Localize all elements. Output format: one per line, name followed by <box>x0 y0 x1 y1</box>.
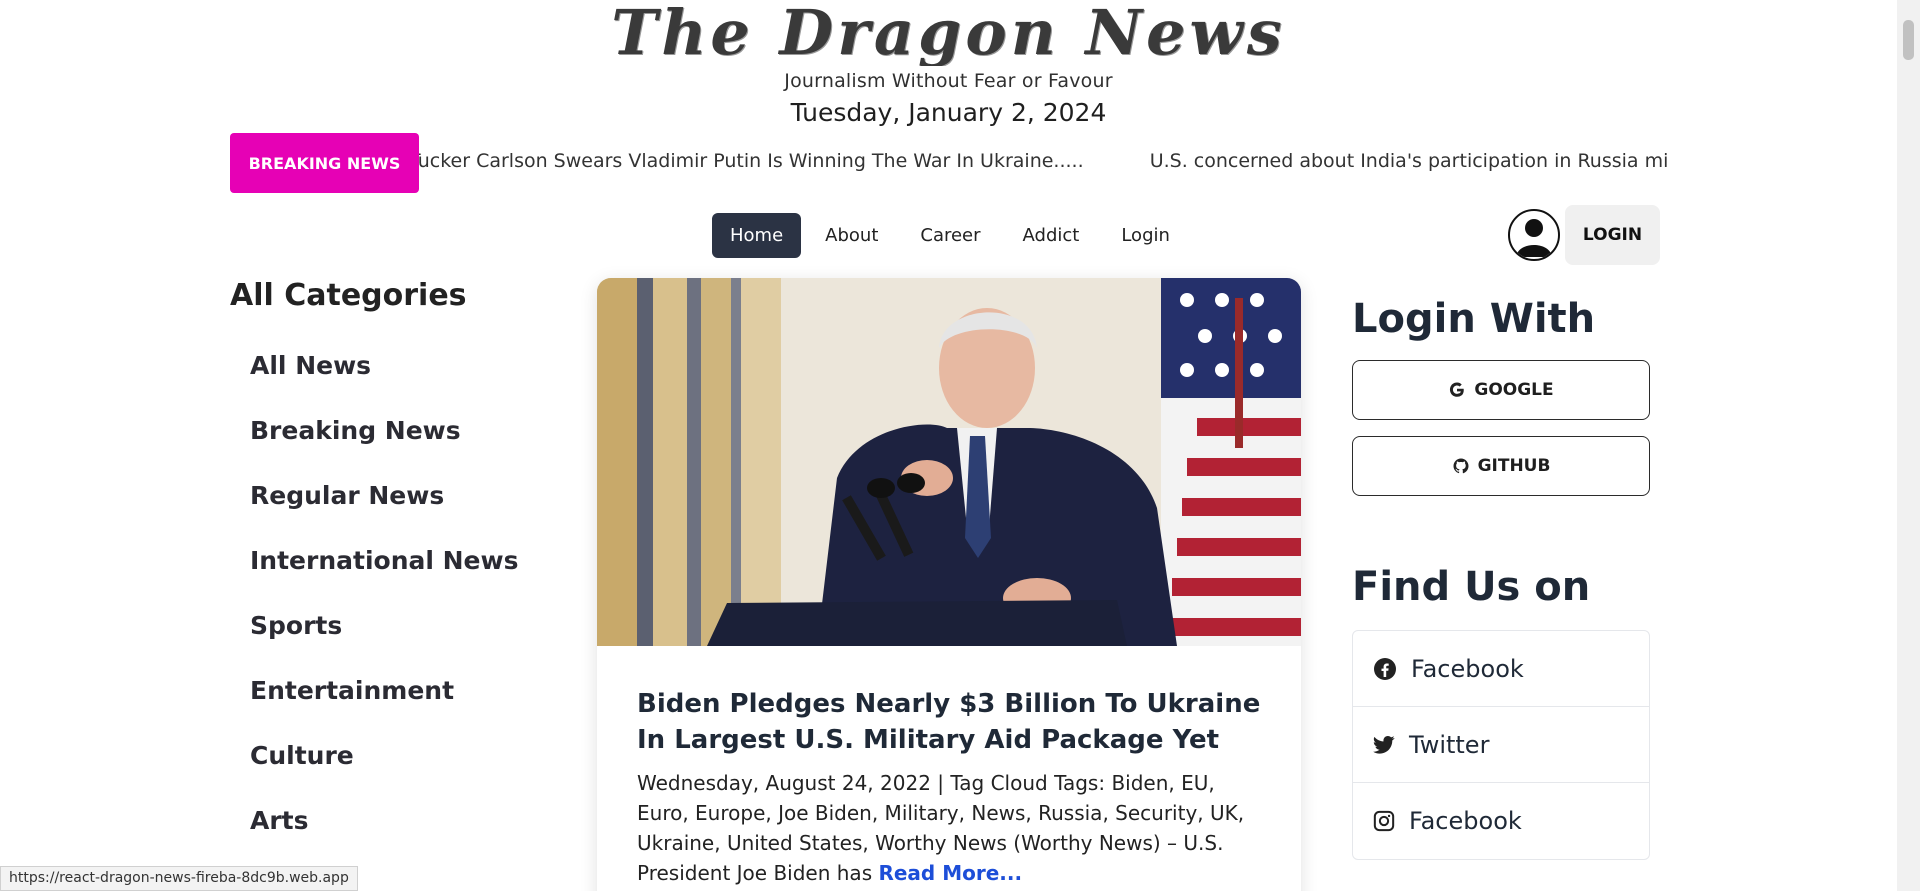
github-button-label: GITHUB <box>1477 456 1551 476</box>
ticker-item[interactable]: U.S. concerned about India's participati… <box>1150 150 1670 172</box>
tagline: Journalism Without Fear or Favour <box>784 70 1113 92</box>
social-link-facebook[interactable]: Facebook <box>1353 631 1649 707</box>
ticker-item[interactable]: Tucker Carlson Swears Vladimir Putin Is … <box>419 150 1084 172</box>
instagram-icon <box>1373 810 1395 832</box>
breaking-news-ticker: BREAKING NEWS Tucker Carlson Swears Vlad… <box>230 133 1670 193</box>
login-button[interactable]: LOGIN <box>1565 205 1660 265</box>
nav-login[interactable]: Login <box>1103 213 1188 258</box>
social-link-twitter[interactable]: Twitter <box>1353 707 1649 783</box>
nav-addict[interactable]: Addict <box>1005 213 1098 258</box>
category-all-news[interactable]: All News <box>230 333 530 398</box>
category-sports[interactable]: Sports <box>230 593 530 658</box>
read-more-link[interactable]: Read More... <box>878 861 1022 885</box>
article-body: Biden Pledges Nearly $3 Billion To Ukrai… <box>597 646 1301 888</box>
category-entertainment[interactable]: Entertainment <box>230 658 530 723</box>
nav-career[interactable]: Career <box>902 213 998 258</box>
user-avatar-icon[interactable] <box>1508 209 1560 261</box>
category-culture[interactable]: Culture <box>230 723 530 788</box>
article-image[interactable] <box>597 278 1301 646</box>
social-link-instagram[interactable]: Facebook <box>1353 783 1649 859</box>
category-international-news[interactable]: International News <box>230 528 530 593</box>
twitter-icon <box>1373 735 1395 754</box>
news-marquee: Tucker Carlson Swears Vladimir Putin Is … <box>419 133 1670 193</box>
category-breaking-news[interactable]: Breaking News <box>230 398 530 463</box>
find-us-title: Find Us on <box>1352 564 1591 610</box>
login-with-title: Login With <box>1352 296 1596 342</box>
right-sidebar: Login With GOOGLE GITHUB Find Us on Face… <box>1352 296 1650 860</box>
article-summary: Wednesday, August 24, 2022 | Tag Cloud T… <box>637 768 1261 888</box>
main-nav: Home About Career Addict Login <box>712 213 1188 258</box>
social-link-label: Facebook <box>1409 807 1522 835</box>
category-regular-news[interactable]: Regular News <box>230 463 530 528</box>
scrollbar-thumb[interactable] <box>1903 20 1914 60</box>
nav-home[interactable]: Home <box>712 213 802 258</box>
google-login-button[interactable]: GOOGLE <box>1352 360 1650 420</box>
site-logo: The Dragon News <box>611 0 1286 66</box>
social-link-label: Twitter <box>1409 730 1490 759</box>
categories-title: All Categories <box>230 278 467 313</box>
category-list: All News Breaking News Regular News Inte… <box>230 333 530 853</box>
github-icon <box>1453 458 1469 474</box>
facebook-icon <box>1374 657 1396 680</box>
social-links-list: Facebook Twitter Facebook <box>1352 630 1650 860</box>
news-card: Biden Pledges Nearly $3 Billion To Ukrai… <box>597 278 1301 891</box>
breaking-news-button[interactable]: BREAKING NEWS <box>230 133 419 193</box>
article-title[interactable]: Biden Pledges Nearly $3 Billion To Ukrai… <box>637 686 1261 758</box>
github-login-button[interactable]: GITHUB <box>1352 436 1650 496</box>
masthead: The Dragon News Journalism Without Fear … <box>0 0 1897 127</box>
google-button-label: GOOGLE <box>1474 380 1554 400</box>
categories-sidebar: All Categories All News Breaking News Re… <box>230 278 530 853</box>
marquee-track: Tucker Carlson Swears Vladimir Putin Is … <box>419 150 1670 172</box>
google-icon <box>1450 382 1465 397</box>
category-arts[interactable]: Arts <box>230 788 530 853</box>
nav-about[interactable]: About <box>807 213 896 258</box>
social-link-label: Facebook <box>1411 654 1524 683</box>
page-scrollbar[interactable] <box>1897 0 1920 891</box>
status-bar-url: https://react-dragon-news-fireba-8dc9b.w… <box>0 866 358 891</box>
current-date: Tuesday, January 2, 2024 <box>790 98 1107 127</box>
